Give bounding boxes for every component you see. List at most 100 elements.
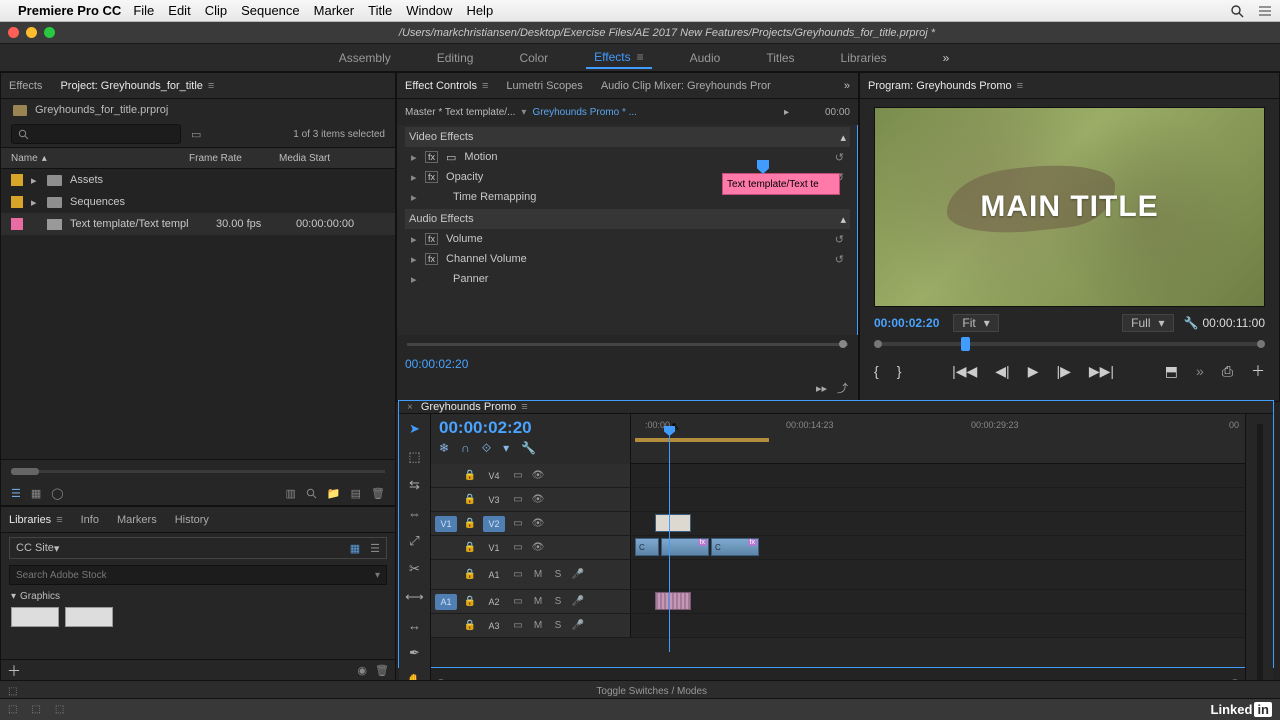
panel-menu-icon[interactable]: ≡ [1017, 80, 1023, 92]
twirl-icon[interactable]: ▸ [411, 233, 417, 246]
resolution-select[interactable]: Full▾ [1122, 314, 1173, 332]
list-item[interactable]: ▸ Assets [1, 169, 395, 191]
library-asset-thumb[interactable] [65, 607, 113, 627]
sync-lock-icon[interactable]: ▭ [511, 542, 525, 553]
ec-master-clip[interactable]: Master * Text template/... [405, 107, 515, 118]
library-search-input[interactable]: Search Adobe Stock▾ [9, 565, 387, 585]
sync-lock-icon[interactable]: ▭ [511, 518, 525, 529]
project-search-input[interactable] [11, 124, 181, 144]
tab-audio-clip-mixer[interactable]: Audio Clip Mixer: Greyhounds Pror [601, 80, 771, 92]
ws-overflow-icon[interactable]: » [943, 51, 950, 65]
window-close-icon[interactable] [8, 27, 19, 38]
timeline-tab[interactable]: Greyhounds Promo ≡ [421, 401, 528, 413]
fx-badge-icon[interactable]: fx [425, 151, 438, 163]
ec-clip-bar[interactable]: Text template/Text te [722, 173, 840, 195]
app-name[interactable]: Premiere Pro CC [18, 3, 121, 18]
ws-audio[interactable]: Audio [682, 48, 729, 68]
wrench-icon[interactable]: 🔧 [521, 441, 536, 456]
fx-badge-icon[interactable]: fx [425, 253, 438, 265]
ec-prop-panner[interactable]: ▸Panner [405, 269, 850, 289]
program-monitor[interactable]: MAIN TITLE [874, 107, 1265, 307]
library-select[interactable]: CC Site▾ ▦ ☰ [9, 537, 387, 559]
eye-icon[interactable]: 👁 [531, 542, 545, 553]
go-to-in-button[interactable]: |◀◀ [952, 363, 977, 380]
fx-badge-icon[interactable]: fx [425, 233, 438, 245]
twirl-icon[interactable]: ▸ [411, 273, 417, 286]
ec-prop-channel-volume[interactable]: ▸fxChannel Volume↺ [405, 249, 850, 269]
ec-audio-effects-header[interactable]: Audio Effects▴ [405, 209, 850, 229]
list-item[interactable]: Text template/Text templ 30.00 fps 00:00… [1, 213, 395, 235]
panel-menu-icon[interactable]: ≡ [208, 80, 214, 92]
chevron-right-icon[interactable]: ▸ [784, 107, 789, 118]
window-minimize-icon[interactable] [26, 27, 37, 38]
timeline-clip[interactable]: C [635, 538, 659, 556]
new-item-button[interactable]: ▤ [351, 487, 361, 500]
window-zoom-icon[interactable] [44, 27, 55, 38]
menu-help[interactable]: Help [466, 3, 493, 18]
extract-button[interactable]: » [1196, 363, 1204, 379]
eye-icon[interactable]: 👁 [531, 518, 545, 529]
lock-icon[interactable]: 🔒 [463, 542, 477, 553]
panel-menu-icon[interactable]: ≡ [56, 514, 62, 526]
zoom-select[interactable]: Fit▾ [953, 314, 998, 332]
go-to-out-button[interactable]: ▶▶| [1089, 363, 1114, 380]
new-bin-icon[interactable]: ▭ [191, 128, 201, 141]
fx-badge-icon[interactable]: fx [425, 171, 438, 183]
lock-icon[interactable]: 🔒 [463, 518, 477, 529]
ec-prop-volume[interactable]: ▸fxVolume↺ [405, 229, 850, 249]
track-target[interactable]: V2 [483, 516, 505, 532]
tab-program[interactable]: Program: Greyhounds Promo ≡ [868, 80, 1023, 92]
track-label[interactable]: A1 [483, 567, 505, 583]
ws-menu-icon[interactable]: ≡ [637, 50, 644, 64]
step-fwd-button[interactable]: |▶ [1056, 363, 1070, 380]
close-tab-icon[interactable]: × [407, 402, 413, 413]
mark-out-dot[interactable] [1257, 340, 1265, 348]
sync-lock-icon[interactable]: ▭ [511, 596, 525, 607]
mute-button[interactable]: M [531, 620, 545, 631]
sync-lock-icon[interactable]: ▭ [511, 470, 525, 481]
col-name[interactable]: Name ▴ [11, 153, 189, 164]
menu-title[interactable]: Title [368, 3, 392, 18]
step-back-button[interactable]: ◀| [995, 363, 1009, 380]
mute-button[interactable]: M [531, 569, 545, 580]
voice-record-icon[interactable]: 🎤 [571, 620, 585, 631]
twirl-icon[interactable]: ▸ [411, 191, 417, 204]
play-around-icon[interactable]: ▸▸ [816, 382, 827, 395]
lock-icon[interactable]: 🔒 [463, 470, 477, 481]
mark-in-dot[interactable] [874, 340, 882, 348]
selection-tool[interactable]: ➤ [405, 420, 425, 438]
lock-icon[interactable]: 🔒 [463, 494, 477, 505]
ws-editing[interactable]: Editing [429, 48, 482, 68]
list-view-icon[interactable]: ☰ [11, 487, 21, 500]
ripple-edit-tool[interactable]: ⇆ [405, 476, 425, 494]
twirl-icon[interactable]: ▸ [31, 174, 39, 187]
snap-toggle[interactable]: ❄ [439, 441, 449, 456]
program-timecode[interactable]: 00:00:02:20 [874, 316, 939, 330]
icon-view-icon[interactable]: ▦ [31, 487, 41, 500]
twirl-icon[interactable]: ▸ [411, 171, 417, 184]
tab-info[interactable]: Info [81, 514, 99, 526]
razor-tool[interactable]: ✂ [405, 560, 425, 578]
mark-out-button[interactable]: } [897, 363, 902, 379]
track-label[interactable]: V3 [483, 492, 505, 508]
work-area-bar[interactable] [635, 438, 769, 442]
menu-edit[interactable]: Edit [168, 3, 190, 18]
trash-icon[interactable]: 🗑 [371, 487, 385, 500]
rolling-edit-tool[interactable]: ⇔ [405, 504, 425, 522]
twirl-icon[interactable]: ▸ [411, 151, 417, 164]
twirl-icon[interactable]: ▸ [411, 253, 417, 266]
sync-lock-icon[interactable]: ▭ [511, 494, 525, 505]
menu-file[interactable]: File [133, 3, 154, 18]
loop-icon[interactable]: ⤴ [837, 380, 848, 396]
pen-tool[interactable]: ✒ [405, 644, 425, 662]
tab-history[interactable]: History [175, 514, 209, 526]
twirl-icon[interactable]: ▸ [31, 196, 39, 209]
ws-titles[interactable]: Titles [758, 48, 802, 68]
menu-extras-icon[interactable] [1258, 4, 1272, 18]
lib-grid-view-icon[interactable]: ▦ [350, 542, 360, 555]
audio-meter[interactable] [1245, 414, 1273, 690]
tabs-overflow-icon[interactable]: » [844, 80, 850, 92]
collapse-icon[interactable]: ▴ [840, 131, 846, 144]
sync-icon[interactable]: ◉ [357, 664, 367, 677]
ec-timecode[interactable]: 00:00:02:20 [397, 353, 858, 375]
